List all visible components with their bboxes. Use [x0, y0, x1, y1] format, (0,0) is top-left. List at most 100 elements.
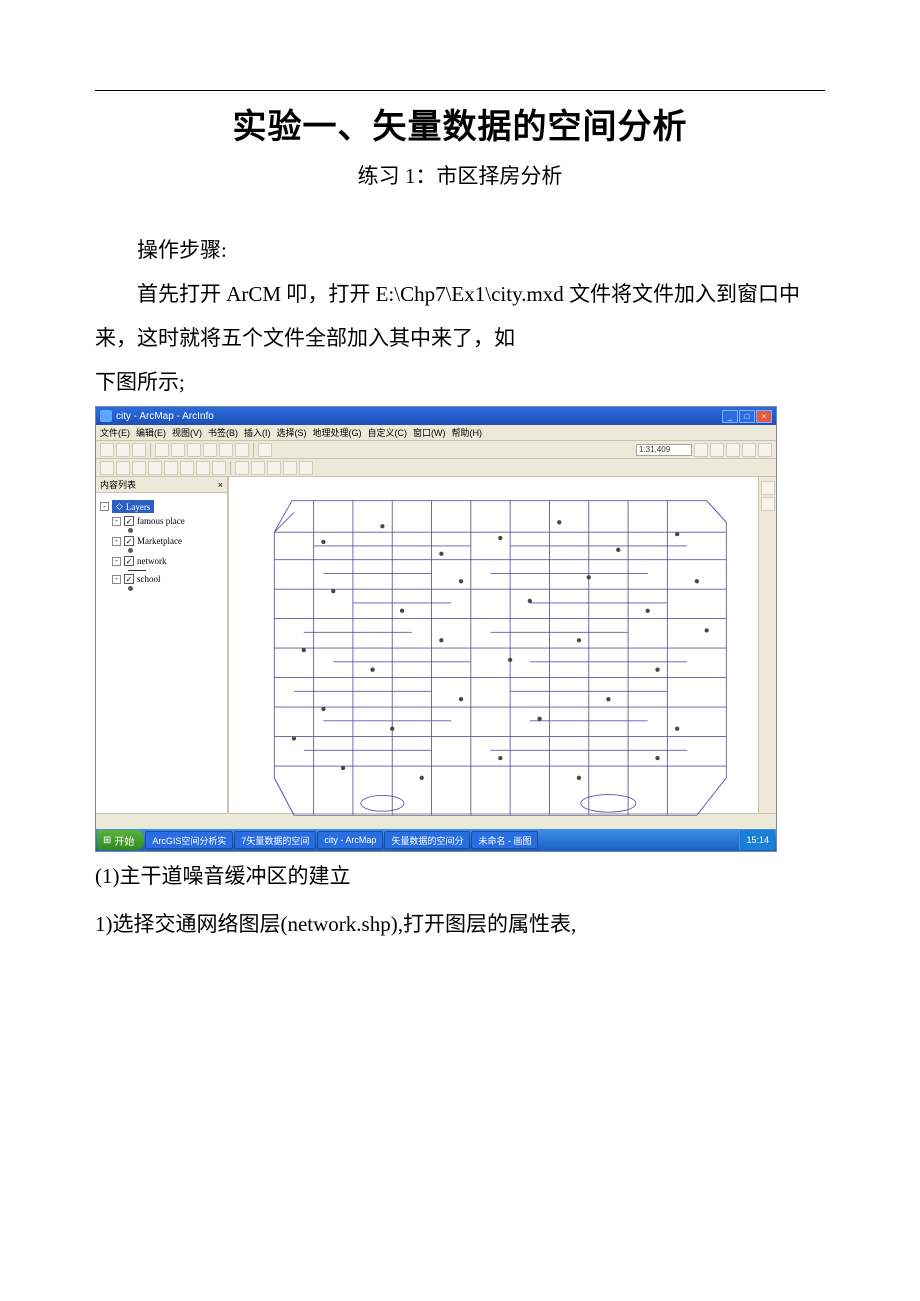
scale-input[interactable]: 1:31,409: [636, 444, 692, 456]
layer-checkbox[interactable]: ✓: [124, 536, 134, 546]
doc-subtitle: 练习 1：市区择房分析: [95, 160, 825, 190]
tool-redo-icon[interactable]: [235, 443, 249, 457]
search-tab-icon[interactable]: [761, 497, 775, 511]
menu-geoproc[interactable]: 地理处理(G): [313, 426, 362, 439]
app-icon: [100, 410, 112, 422]
paragraph-as-shown: 下图所示;: [95, 360, 825, 404]
zoom-in-icon[interactable]: [100, 461, 114, 475]
layer-checkbox[interactable]: ✓: [124, 516, 134, 526]
catalog-window-icon[interactable]: [726, 443, 740, 457]
paragraph-steps-heading: 操作步骤:: [95, 228, 825, 272]
next-extent-icon[interactable]: [212, 461, 226, 475]
tool-cut-icon[interactable]: [171, 443, 185, 457]
menubar: 文件(E) 编辑(E) 视图(V) 书签(B) 插入(I) 选择(S) 地理处理…: [96, 425, 776, 441]
arcmap-screenshot: city - ArcMap - ArcInfo _ □ × 文件(E) 编辑(E…: [95, 406, 777, 852]
menu-bookmark[interactable]: 书签(B): [208, 426, 238, 439]
tool-save-icon[interactable]: [132, 443, 146, 457]
map-view[interactable]: [228, 477, 758, 813]
map-canvas: [235, 483, 746, 837]
tool-print-icon[interactable]: [155, 443, 169, 457]
menu-edit[interactable]: 编辑(E): [136, 426, 166, 439]
collapse-icon[interactable]: -: [112, 575, 121, 584]
table-of-contents: 内容列表 × - ◇ Layers - ✓ famous place: [96, 477, 228, 813]
editor-toolbar-icon[interactable]: [694, 443, 708, 457]
collapse-icon[interactable]: -: [100, 502, 109, 511]
menu-select[interactable]: 选择(S): [277, 426, 307, 439]
doc-title: 实验一、矢量数据的空间分析: [95, 99, 825, 148]
text-open-a: 首先打开 ArCM 叩，打开: [137, 282, 376, 306]
taskbar-item[interactable]: ArcGIS空间分析实: [145, 831, 233, 849]
tool-add-data-icon[interactable]: [258, 443, 272, 457]
toc-title: 内容列表: [100, 478, 136, 491]
menu-custom[interactable]: 自定义(C): [368, 426, 408, 439]
tool-paste-icon[interactable]: [203, 443, 217, 457]
toc-root-node[interactable]: - ◇ Layers: [100, 500, 223, 513]
collapse-icon[interactable]: -: [112, 517, 121, 526]
toc-close-icon[interactable]: ×: [218, 480, 223, 490]
fixed-zoom-in-icon[interactable]: [164, 461, 178, 475]
tool-copy-icon[interactable]: [187, 443, 201, 457]
start-button[interactable]: ⊞ 开始: [97, 830, 144, 850]
file-path: E:\Chp7\Ex1\city.mxd: [376, 282, 564, 306]
toolbox-icon[interactable]: [710, 443, 724, 457]
python-window-icon[interactable]: [758, 443, 772, 457]
fixed-zoom-out-icon[interactable]: [180, 461, 194, 475]
pan-icon[interactable]: [132, 461, 146, 475]
step-1: 1)选择交通网络图层(network.shp),打开图层的属性表,: [95, 902, 825, 946]
prev-extent-icon[interactable]: [196, 461, 210, 475]
tool-open-icon[interactable]: [116, 443, 130, 457]
menu-insert[interactable]: 插入(I): [244, 426, 271, 439]
task-label: ArcGIS空间分析实: [152, 834, 226, 847]
full-extent-icon[interactable]: [148, 461, 162, 475]
window-titlebar: city - ArcMap - ArcInfo _ □ ×: [96, 407, 776, 425]
close-button[interactable]: ×: [756, 410, 772, 423]
point-symbol-icon: [128, 586, 133, 591]
windows-logo-icon: ⊞: [103, 835, 111, 846]
clear-selection-icon[interactable]: [251, 461, 265, 475]
select-features-icon[interactable]: [235, 461, 249, 475]
toc-body: - ◇ Layers - ✓ famous place - ✓ Marketpl…: [96, 493, 227, 813]
menu-view[interactable]: 视图(V): [172, 426, 202, 439]
maximize-button[interactable]: □: [739, 410, 755, 423]
toolbar-separator: [150, 443, 151, 457]
right-dock: [758, 477, 776, 813]
layer-node-marketplace[interactable]: - ✓ Marketplace: [112, 536, 223, 546]
toolbar-separator: [230, 461, 231, 475]
point-symbol-icon: [128, 548, 133, 553]
layers-icon: ◇: [116, 501, 123, 512]
page-top-rule: [95, 90, 825, 91]
layers-root[interactable]: ◇ Layers: [112, 500, 154, 513]
collapse-icon[interactable]: -: [112, 537, 121, 546]
toolbar-separator: [253, 443, 254, 457]
layer-name: network: [137, 556, 167, 566]
layer-checkbox[interactable]: ✓: [124, 574, 134, 584]
window-title: city - ArcMap - ArcInfo: [116, 411, 214, 422]
layer-node-school[interactable]: - ✓ school: [112, 574, 223, 584]
catalog-tab-icon[interactable]: [761, 481, 775, 495]
find-icon[interactable]: [283, 461, 297, 475]
section-caption: (1)主干道噪音缓冲区的建立: [95, 854, 825, 898]
clock: 15:14: [746, 835, 769, 845]
tool-undo-icon[interactable]: [219, 443, 233, 457]
tool-new-icon[interactable]: [100, 443, 114, 457]
toc-header: 内容列表 ×: [96, 477, 227, 493]
layer-name: school: [137, 574, 161, 584]
collapse-icon[interactable]: -: [112, 557, 121, 566]
search-window-icon[interactable]: [742, 443, 756, 457]
minimize-button[interactable]: _: [722, 410, 738, 423]
menu-window[interactable]: 窗口(W): [413, 426, 446, 439]
layer-node-network[interactable]: - ✓ network: [112, 556, 223, 566]
layer-node-famous-place[interactable]: - ✓ famous place: [112, 516, 223, 526]
layer-name: Marketplace: [137, 536, 182, 546]
measure-icon[interactable]: [299, 461, 313, 475]
tools-toolbar: [96, 459, 776, 477]
window-buttons: _ □ ×: [722, 410, 772, 423]
line-symbol-icon: [128, 570, 146, 571]
menu-help[interactable]: 帮助(H): [452, 426, 483, 439]
menu-file[interactable]: 文件(E): [100, 426, 130, 439]
start-label: 开始: [114, 833, 134, 848]
layer-checkbox[interactable]: ✓: [124, 556, 134, 566]
zoom-out-icon[interactable]: [116, 461, 130, 475]
identify-icon[interactable]: [267, 461, 281, 475]
paragraph-open-file: 首先打开 ArCM 叩，打开 E:\Chp7\Ex1\city.mxd 文件将文…: [95, 272, 825, 360]
